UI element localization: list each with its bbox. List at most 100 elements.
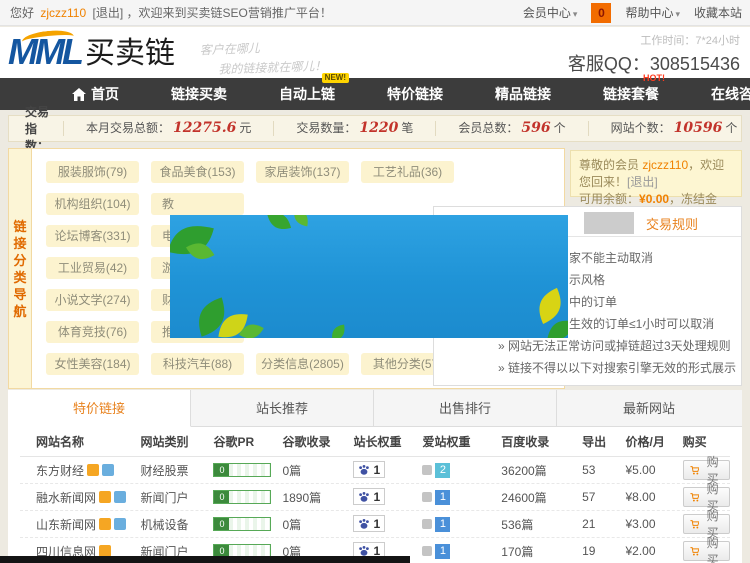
- site-name-link[interactable]: 山东新闻网: [36, 516, 96, 533]
- category-industry-trade[interactable]: 工业贸易(42): [46, 257, 139, 279]
- webmaster-weight-value: 1: [373, 490, 380, 504]
- category-clothing[interactable]: 服装服饰(79): [46, 161, 139, 183]
- category-tech-auto[interactable]: 科技汽车(88): [151, 353, 244, 375]
- nav-item-premium-links[interactable]: 精品链接: [495, 84, 551, 104]
- col-header-baidu-indexed: 百度收录: [501, 433, 582, 450]
- pr-value: 0: [214, 464, 229, 476]
- col-header-outlinks: 导出: [582, 433, 625, 450]
- welcome-line1: 尊敬的会员 zjczz110，欢迎您回来！[退出]: [579, 157, 733, 191]
- topbar-username[interactable]: zjczz110: [40, 6, 86, 20]
- stat-site-count: 网站个数：10596个: [588, 121, 750, 136]
- rule-item[interactable]: » 网站无法正常访问或掉链超过3天处理规则: [498, 337, 731, 354]
- category-novel-literature[interactable]: 小说文学(274): [46, 289, 139, 311]
- banner-ad[interactable]: [170, 215, 568, 338]
- category-organizations[interactable]: 机构组织(104): [46, 193, 139, 215]
- col-header-webmaster-weight: 站长权重: [353, 433, 422, 450]
- page-root: 您好 zjczz110 [退出] ，欢迎来到买卖链SEO营销推广平台！ 会员中心…: [0, 0, 750, 563]
- site-logo[interactable]: MML 买卖链: [8, 33, 175, 71]
- rule-item[interactable]: 家不能主动取消: [569, 249, 653, 266]
- buy-button[interactable]: 购买: [683, 514, 730, 534]
- help-center-label: 帮助中心: [625, 6, 673, 20]
- topbar: 您好 zjczz110 [退出] ，欢迎来到买卖链SEO营销推广平台！ 会员中心…: [0, 0, 750, 26]
- rules-tab-inactive[interactable]: [584, 212, 634, 234]
- cart-icon: [690, 519, 700, 530]
- col-header-google-indexed: 谷歌收录: [282, 433, 353, 450]
- aizhan-icon: [422, 519, 432, 529]
- rule-item[interactable]: 示风格: [569, 271, 605, 288]
- aizhan-icon: [422, 465, 432, 475]
- table-row: 山东新闻网 机械设备 0 0篇 1 1 536篇 21 ¥3.00 购买: [20, 511, 730, 538]
- cart-icon: [690, 546, 700, 557]
- category-education[interactable]: 教: [151, 193, 244, 215]
- greeting-prefix: 您好: [10, 6, 34, 20]
- category-beauty[interactable]: 女性美容(184): [46, 353, 139, 375]
- table-row: 东方财经 财经股票 0 0篇 1 2 36200篇 53 ¥5.00 购买: [20, 457, 730, 484]
- pr-value: 0: [214, 491, 229, 503]
- rule-item[interactable]: 生效的订单≤1小时可以取消: [569, 315, 714, 332]
- category-crafts[interactable]: 工艺礼品(36): [361, 161, 454, 183]
- member-center-link[interactable]: 会员中心▾: [523, 0, 578, 27]
- buy-button[interactable]: 购买: [683, 460, 730, 480]
- help-center-link[interactable]: 帮助中心▾: [625, 0, 680, 27]
- nav-label: 自动上链: [279, 84, 335, 104]
- favorite-site-link[interactable]: 收藏本站: [694, 0, 742, 26]
- balance-label: 可用余额：: [579, 192, 639, 206]
- listings-panel: 特价链接 站长推荐 出售排行 最新网站 网站名称 网站类别 谷歌PR 谷歌收录 …: [8, 390, 742, 563]
- nav-item-special-links[interactable]: 特价链接: [387, 84, 443, 104]
- banner-leaves-decoration: [170, 215, 568, 338]
- nav-item-link-trade[interactable]: 链接买卖: [171, 84, 227, 104]
- stat-label: 会员总数：: [458, 121, 518, 135]
- buy-button[interactable]: 购买: [683, 487, 730, 507]
- chevron-down-icon: ▾: [675, 9, 680, 19]
- nav-item-online-consult[interactable]: 在线咨询：: [711, 84, 750, 104]
- category-food[interactable]: 食品美食(153): [151, 161, 244, 183]
- google-indexed: 0篇: [282, 516, 353, 533]
- site-name-link[interactable]: 融水新闻网: [36, 489, 96, 506]
- category-home-decor[interactable]: 家居装饰(137): [256, 161, 349, 183]
- site-badge-blue-icon: [102, 464, 114, 476]
- site-badge-blue-icon: [114, 518, 126, 530]
- col-header-site-name: 网站名称: [20, 433, 141, 450]
- webmaster-weight-box: 1: [353, 515, 385, 532]
- site-badge-blue-icon: [114, 491, 126, 503]
- nav-item-link-packages[interactable]: HOT! 链接套餐: [603, 84, 659, 104]
- welcome-logout-link[interactable]: [退出]: [627, 175, 658, 189]
- category-side-label: 链接分类导航: [13, 218, 28, 320]
- member-center-label: 会员中心: [523, 6, 571, 20]
- pr-value: 0: [214, 518, 229, 530]
- buy-label: 购买: [702, 534, 723, 563]
- tab-special-links[interactable]: 特价链接: [8, 390, 191, 427]
- price-per-month: ¥8.00: [626, 490, 683, 504]
- site-badge-orange-icon: [99, 491, 111, 503]
- logout-link[interactable]: [退出]: [93, 6, 124, 20]
- category-sports[interactable]: 体育竞技(76): [46, 321, 139, 343]
- stat-trade-count: 交易数量：1220笔: [273, 121, 435, 136]
- message-count-badge[interactable]: 0: [591, 3, 611, 23]
- category-classified-info[interactable]: 分类信息(2805): [256, 353, 349, 375]
- site-name-link[interactable]: 东方财经: [36, 462, 84, 479]
- rules-tab-active[interactable]: 交易规则: [646, 214, 698, 233]
- tab-newest-sites[interactable]: 最新网站: [557, 390, 741, 427]
- baidu-indexed: 536篇: [501, 516, 582, 533]
- welcome-text: ，欢迎来到买卖链SEO营销推广平台！: [127, 6, 332, 20]
- rule-item[interactable]: » 链接不得以以下对搜索引擎无效的形式展示: [498, 359, 736, 376]
- col-header-buy: 购买: [683, 433, 730, 450]
- outlinks-count: 21: [582, 517, 625, 531]
- member-welcome-box: 尊敬的会员 zjczz110，欢迎您回来！[退出] 可用余额：¥0.00，冻结金…: [570, 150, 742, 197]
- buy-button[interactable]: 购买: [683, 541, 730, 561]
- nav-label: 链接买卖: [171, 84, 227, 104]
- rule-item[interactable]: 中的订单: [569, 293, 617, 310]
- site-category: 财经股票: [141, 462, 214, 479]
- webmaster-weight-box: 1: [353, 461, 385, 478]
- webmaster-weight-box: 1: [353, 488, 385, 505]
- table-row: 融水新闻网 新闻门户 0 1890篇 1 1 24600篇 57 ¥8.00 购…: [20, 484, 730, 511]
- welcome-username[interactable]: zjczz110: [642, 158, 688, 172]
- price-per-month: ¥5.00: [626, 463, 683, 477]
- stat-label: 交易数量：: [296, 121, 356, 135]
- aizhan-weight-value: 2: [435, 463, 450, 478]
- nav-item-auto-link[interactable]: NEW! 自动上链: [279, 84, 335, 104]
- tab-sales-ranking[interactable]: 出售排行: [374, 390, 557, 427]
- tab-webmaster-picks[interactable]: 站长推荐: [191, 390, 374, 427]
- nav-item-home[interactable]: 首页: [72, 84, 119, 104]
- category-forum-blog[interactable]: 论坛博客(331): [46, 225, 139, 247]
